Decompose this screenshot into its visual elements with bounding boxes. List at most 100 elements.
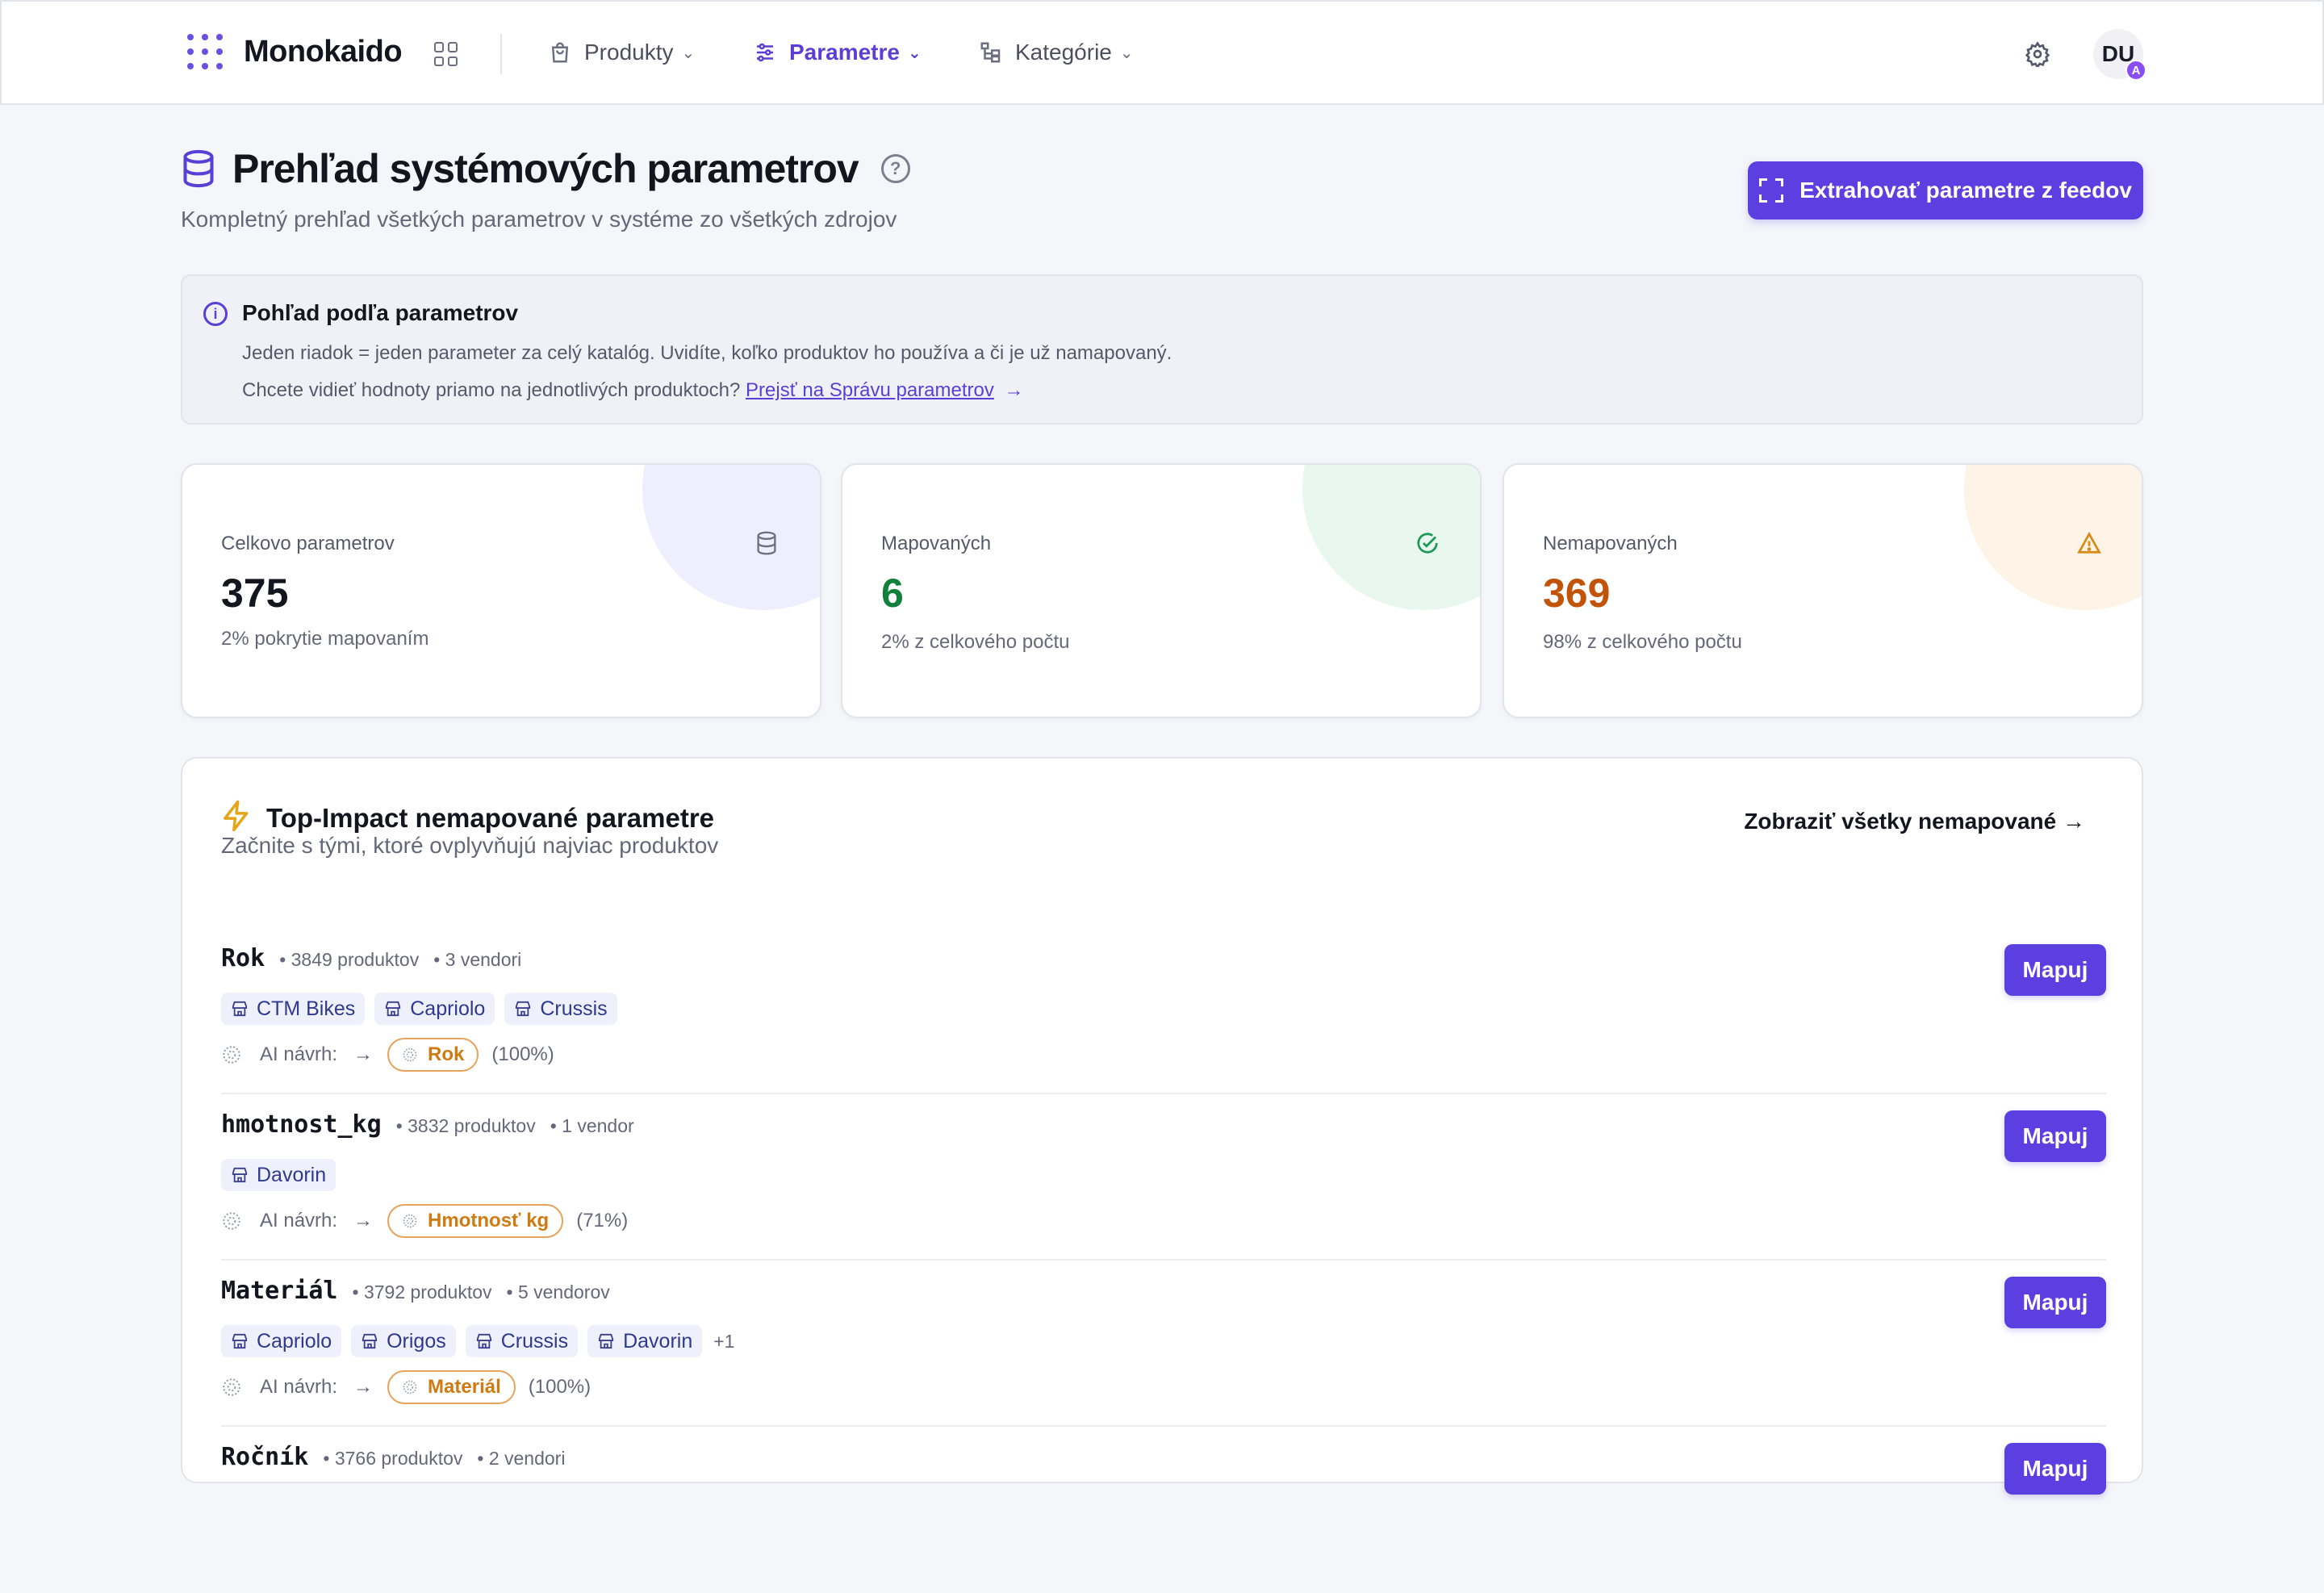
ai-suggestion-chip[interactable]: Rok	[387, 1038, 479, 1072]
vendor-count: • 1 vendor	[550, 1115, 634, 1136]
more-vendors-count[interactable]: +1	[713, 1331, 734, 1353]
stat-decoration	[1302, 465, 1480, 610]
parameter-row: Rok • 3849 produktov • 3 vendori CTM Bik…	[221, 928, 2106, 1094]
map-button[interactable]: Mapuj	[2004, 1110, 2106, 1162]
store-icon	[232, 1333, 248, 1349]
nav-item-label: Produkty	[584, 40, 674, 65]
parameter-name: Rok	[221, 944, 265, 972]
vendor-chip: Capriolo	[374, 993, 495, 1025]
store-icon	[232, 1167, 248, 1183]
info-description: Jeden riadok = jeden parameter za celý k…	[242, 342, 1172, 364]
store-icon	[516, 1001, 531, 1017]
show-all-unmapped-link[interactable]: Zobraziť všetky nemapované →	[1744, 809, 2085, 834]
brand-logo[interactable]: Monokaido	[187, 34, 403, 69]
vendor-chip: Davorin	[587, 1325, 703, 1357]
nav-divider	[500, 34, 502, 74]
ai-suggestion: AI návrh: → Rok (100%)	[221, 1038, 554, 1072]
info-question: Chcete vidieť hodnoty priamo na jednotli…	[242, 379, 741, 401]
stat-card-unmapped: Nemapovaných 369 98% z celkového počtu	[1503, 463, 2143, 718]
parameter-name: hmotnost_kg	[221, 1110, 382, 1139]
nav-item-parametre[interactable]: Parametre ⌄	[752, 32, 922, 73]
ai-label: AI návrh:	[260, 1043, 338, 1065]
apps-grid-icon[interactable]	[434, 42, 458, 66]
sliders-icon	[752, 40, 778, 65]
stat-note: 2% pokrytie mapovaním	[221, 628, 429, 650]
stat-card-mapped: Mapovaných 6 2% z celkového počtu	[841, 463, 1482, 718]
page-subtitle: Kompletný prehľad všetkých parametrov v …	[181, 207, 897, 232]
vendor-list: Davorin	[221, 1159, 345, 1191]
stat-decoration	[642, 465, 820, 610]
arrow-right-icon: →	[353, 1043, 374, 1065]
info-icon: i	[203, 302, 228, 326]
vendor-chip: Davorin	[221, 1159, 336, 1191]
gear-icon[interactable]	[2023, 40, 2052, 69]
ai-label: AI návrh:	[260, 1210, 338, 1231]
ai-sparkle-icon	[403, 1214, 417, 1228]
product-count: • 3766 produktov	[323, 1448, 463, 1469]
database-icon	[181, 148, 216, 189]
ai-sparkle-icon	[223, 1046, 240, 1064]
impact-title: Top-Impact nemapované parametre	[266, 802, 715, 833]
extract-parameters-button[interactable]: Extrahovať parametre z feedov	[1748, 161, 2143, 220]
ai-suggestion-chip[interactable]: Hmotnosť kg	[387, 1204, 564, 1238]
nav-item-kategorie[interactable]: Kategórie ⌄	[978, 32, 1134, 73]
impact-subtitle: Začnite s tými, ktoré ovplyvňujú najviac…	[221, 833, 719, 858]
stat-value: 369	[1543, 571, 1611, 616]
stat-value: 375	[221, 571, 289, 616]
scan-icon	[1759, 178, 1784, 203]
help-icon[interactable]: ?	[880, 154, 910, 183]
arrow-right-icon: →	[1004, 379, 1024, 401]
stat-label: Mapovaných	[881, 533, 992, 554]
extract-button-label: Extrahovať parametre z feedov	[1799, 178, 2132, 203]
vendor-chip: Crussis	[504, 993, 617, 1025]
ai-confidence: (100%)	[491, 1043, 554, 1065]
ai-sparkle-icon	[403, 1380, 417, 1394]
parameter-row: hmotnost_kg • 3832 produktov • 1 vendor …	[221, 1094, 2106, 1261]
vendor-list: CTM Bikes Capriolo Crussis	[221, 993, 627, 1025]
vendor-chip: CTM Bikes	[221, 993, 366, 1025]
ai-label: AI návrh:	[260, 1376, 338, 1398]
chevron-down-icon: ⌄	[681, 44, 696, 62]
vendor-chip: Capriolo	[221, 1325, 342, 1357]
check-circle-icon	[1415, 531, 1440, 555]
info-link-line: Chcete vidieť hodnoty priamo na jednotli…	[242, 379, 1024, 402]
store-icon	[599, 1333, 614, 1349]
stat-decoration	[1964, 465, 2142, 610]
ai-suggestion: AI návrh: → Hmotnosť kg (71%)	[221, 1204, 628, 1238]
arrow-right-icon: →	[353, 1210, 374, 1231]
ai-suggestion-chip[interactable]: Materiál	[387, 1370, 516, 1404]
lightning-icon	[221, 799, 252, 837]
info-title: Pohľad podľa parametrov	[242, 300, 519, 325]
shopping-bag-icon	[547, 40, 573, 65]
ai-sparkle-icon	[403, 1047, 417, 1062]
map-button[interactable]: Mapuj	[2004, 1277, 2106, 1328]
nav-item-label: Kategórie	[1015, 40, 1112, 65]
store-icon	[362, 1333, 378, 1349]
product-count: • 3832 produktov	[395, 1115, 536, 1136]
map-button[interactable]: Mapuj	[2004, 1443, 2106, 1495]
map-button[interactable]: Mapuj	[2004, 944, 2106, 996]
arrow-right-icon: →	[353, 1376, 374, 1398]
page-header: Prehľad systémových parametrov ? Komplet…	[181, 145, 910, 232]
avatar-badge: A	[2125, 60, 2146, 81]
stat-card-total: Celkovo parametrov 375 2% pokrytie mapov…	[181, 463, 821, 718]
ai-confidence: (71%)	[576, 1210, 629, 1231]
top-navigation-bar: Monokaido Produkty ⌄ Parametre ⌄ Kategór…	[0, 0, 2324, 105]
chevron-down-icon: ⌄	[907, 44, 922, 62]
nav-item-produkty[interactable]: Produkty ⌄	[547, 32, 695, 73]
product-count: • 3849 produktov	[279, 949, 420, 970]
warning-triangle-icon	[2077, 531, 2101, 555]
vendor-chip: Crussis	[465, 1325, 579, 1357]
database-icon	[755, 531, 780, 555]
info-box: i Pohľad podľa parametrov Jeden riadok =…	[181, 274, 2143, 424]
ai-suggestion: AI návrh: → Materiál (100%)	[221, 1370, 591, 1404]
stat-value: 6	[881, 571, 904, 616]
ai-confidence: (100%)	[528, 1376, 591, 1398]
category-tree-icon	[978, 40, 1004, 65]
manage-parameters-link[interactable]: Prejsť na Správu parametrov	[746, 379, 994, 401]
vendor-chip: Origos	[351, 1325, 456, 1357]
brand-dots-icon	[187, 34, 223, 69]
user-avatar[interactable]: DU A	[2093, 29, 2146, 81]
vendor-count: • 2 vendori	[477, 1448, 566, 1469]
parameter-row: Materiál • 3792 produktov • 5 vendorov C…	[221, 1261, 2106, 1427]
